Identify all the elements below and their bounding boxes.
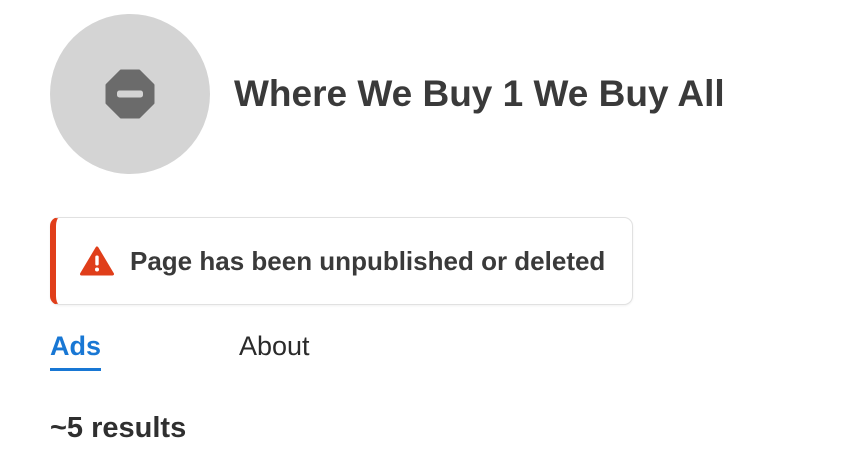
tab-about[interactable]: About [239, 326, 310, 368]
page-header: Where We Buy 1 We Buy All [50, 14, 725, 174]
tab-ads[interactable]: Ads [50, 326, 102, 371]
page-root: Where We Buy 1 We Buy All Page has been … [0, 0, 848, 464]
warning-icon [80, 246, 114, 276]
alert-message: Page has been unpublished or deleted [130, 245, 606, 276]
unpublished-alert: Page has been unpublished or deleted [50, 217, 633, 305]
avatar [50, 14, 210, 174]
results-count: ~5 results [50, 412, 187, 444]
tab-bar: Ads About [50, 326, 450, 371]
blocked-page-icon [105, 69, 155, 119]
page-title: Where We Buy 1 We Buy All [234, 73, 725, 114]
